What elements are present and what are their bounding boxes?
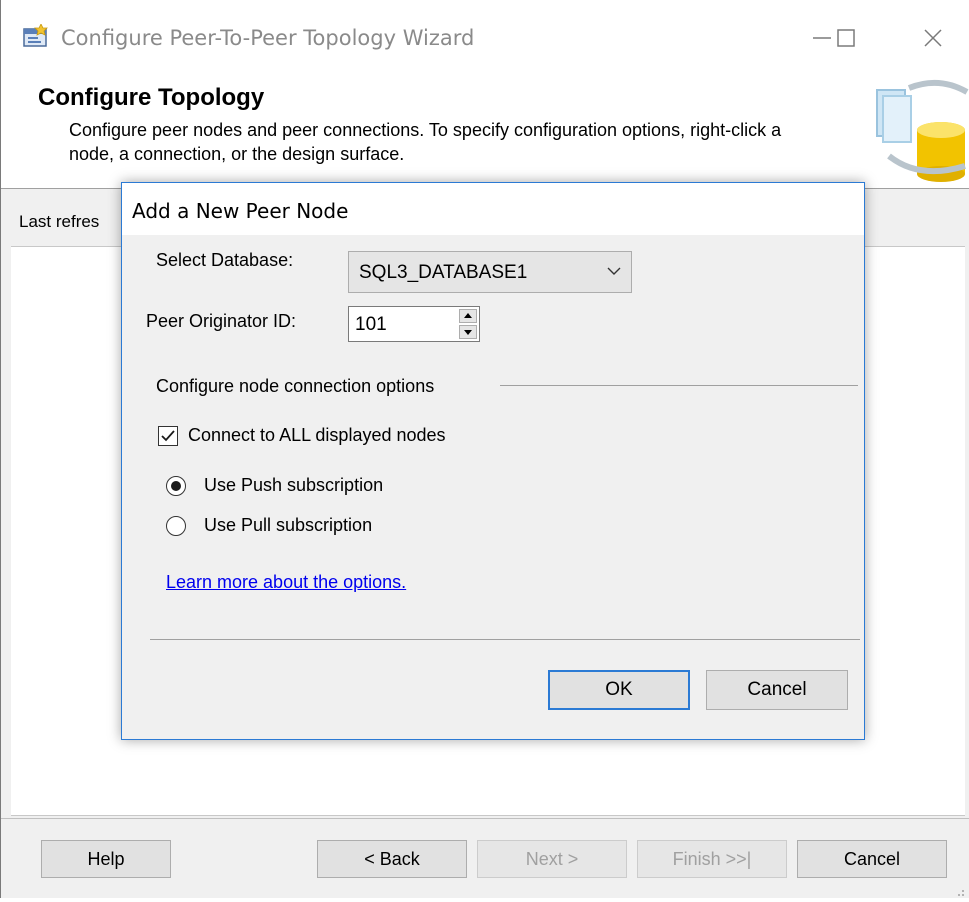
dialog-cancel-button[interactable]: Cancel: [706, 670, 848, 710]
next-button[interactable]: Next >: [477, 840, 627, 878]
add-peer-node-dialog: Add a New Peer Node Select Database: SQL…: [121, 182, 865, 740]
peer-originator-label: Peer Originator ID:: [146, 311, 297, 331]
select-database-value: SQL3_DATABASE1: [359, 262, 528, 283]
topology-graphic-icon: [869, 78, 969, 186]
page-description: Configure peer nodes and peer connection…: [69, 120, 782, 164]
stepper-up-arrow-icon[interactable]: [459, 309, 477, 323]
wizard-window: Configure Peer-To-Peer Topology Wizard C…: [0, 0, 969, 898]
close-button[interactable]: [919, 20, 949, 56]
window-title: Configure Peer-To-Peer Topology Wizard: [61, 26, 475, 50]
resize-grip-icon[interactable]: [955, 884, 965, 896]
cancel-button[interactable]: Cancel: [797, 840, 947, 878]
ok-button[interactable]: OK: [548, 670, 690, 710]
dialog-title: Add a New Peer Node: [132, 199, 349, 223]
radio-selected-dot: [171, 481, 181, 491]
peer-originator-value: 101: [355, 314, 387, 335]
title-bar: Configure Peer-To-Peer Topology Wizard: [1, 0, 969, 78]
push-subscription-radio[interactable]: [166, 476, 186, 496]
group-divider: [500, 385, 858, 386]
connect-all-checkbox[interactable]: [158, 426, 178, 446]
back-button[interactable]: < Back: [317, 840, 467, 878]
last-refreshed-status: Last refres: [19, 212, 100, 231]
pull-subscription-label: Use Pull subscription: [204, 515, 373, 535]
stepper-buttons: [459, 309, 477, 339]
peer-originator-stepper[interactable]: 101: [348, 306, 480, 342]
stepper-down-arrow-icon[interactable]: [459, 325, 477, 339]
dialog-title-bar: Add a New Peer Node: [122, 183, 864, 235]
learn-more-link[interactable]: Learn more about the options.: [166, 572, 406, 593]
dialog-divider: [150, 639, 860, 640]
finish-button[interactable]: Finish >>|: [637, 840, 787, 878]
footer-divider: [1, 818, 969, 819]
page-title: Configure Topology: [38, 84, 265, 111]
maximize-button[interactable]: [831, 20, 861, 56]
wizard-header: Configure Topology Configure peer nodes …: [1, 78, 969, 189]
select-database-dropdown[interactable]: SQL3_DATABASE1: [348, 251, 632, 293]
connect-all-label: Connect to ALL displayed nodes: [188, 425, 446, 445]
push-subscription-label: Use Push subscription: [204, 475, 384, 495]
connection-options-group-label: Configure node connection options: [156, 376, 435, 396]
pull-subscription-radio[interactable]: [166, 516, 186, 536]
chevron-down-icon: [607, 264, 621, 278]
help-button[interactable]: Help: [41, 840, 171, 878]
select-database-label: Select Database:: [156, 250, 294, 270]
wizard-app-icon: [23, 23, 49, 48]
